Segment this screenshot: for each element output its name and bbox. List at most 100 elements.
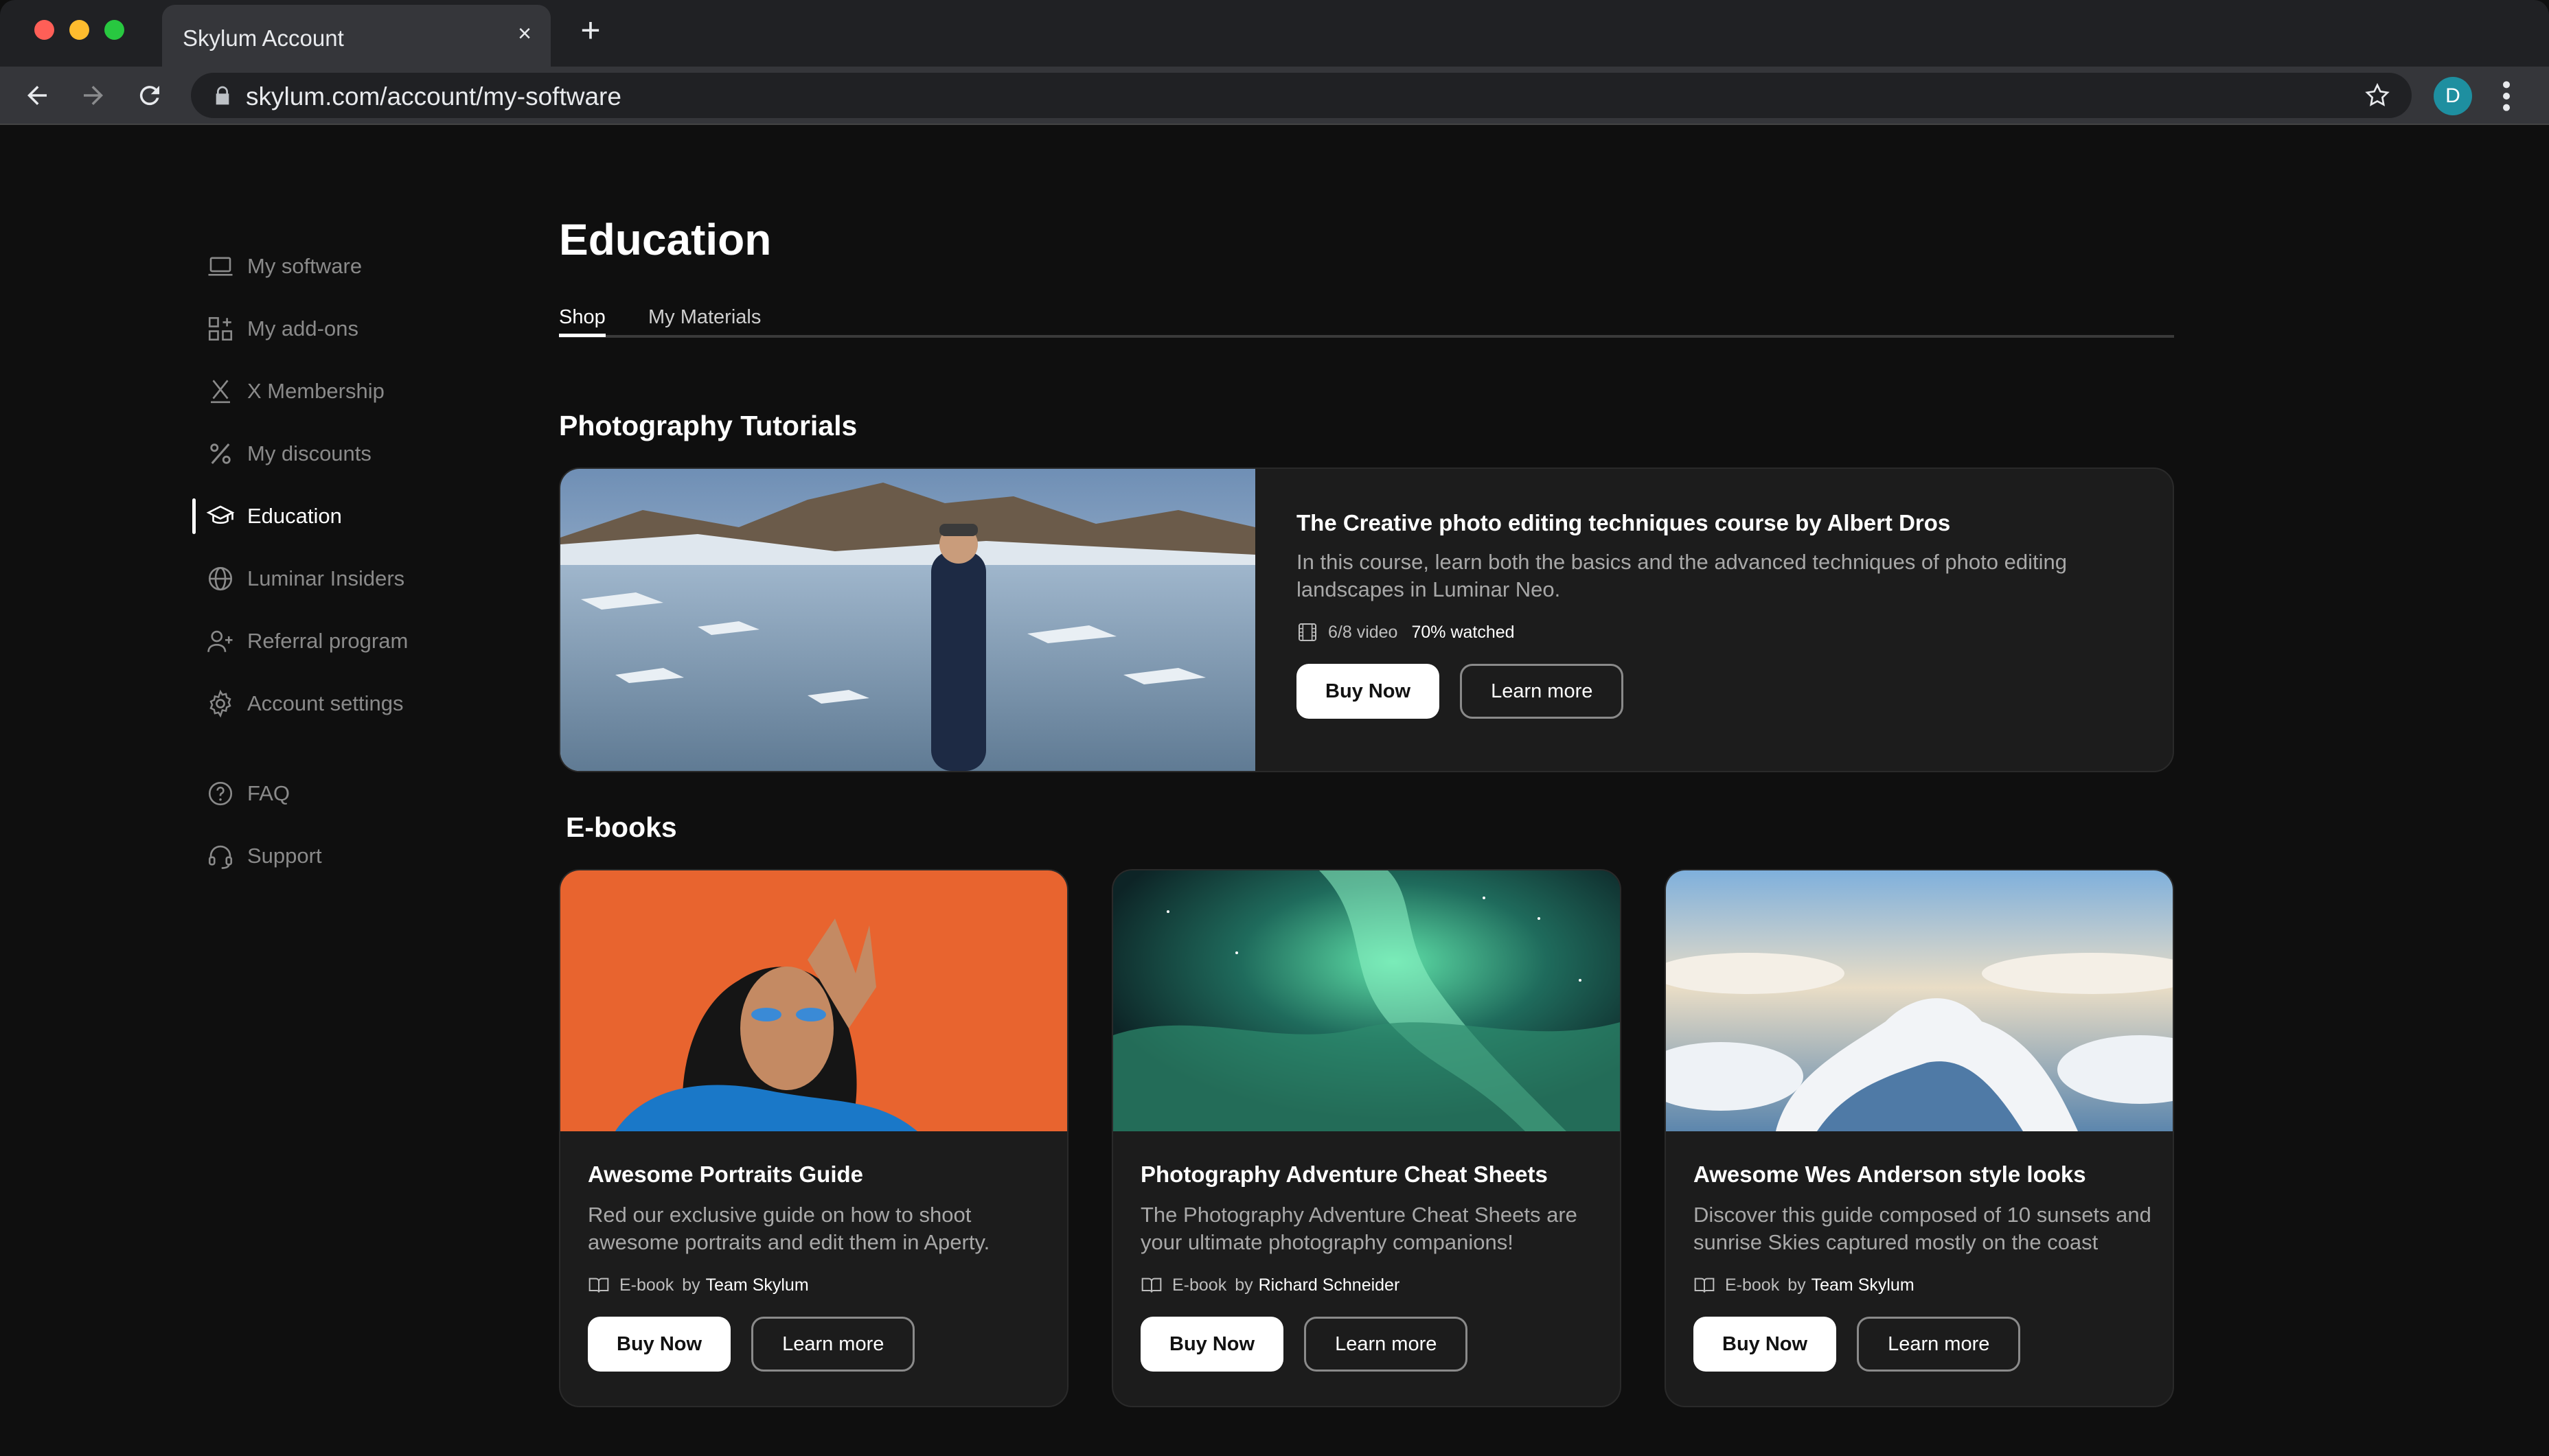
ebook-title: Awesome Portraits Guide [588,1162,864,1187]
profile-avatar[interactable]: D [2434,77,2472,115]
learn-more-button[interactable]: Learn more [751,1317,915,1372]
sidebar-item-account-settings[interactable]: Account settings [192,672,536,735]
ebook-description: The Photography Adventure Cheat Sheets a… [1141,1203,1577,1254]
page: My software My add-ons X Membership My d… [0,125,2549,1456]
ebook-body: Photography Adventure Cheat Sheets The P… [1141,1162,1601,1372]
browser-tab[interactable]: Skylum Account × [162,5,551,67]
sidebar-item-faq[interactable]: FAQ [192,762,536,824]
learn-more-button[interactable]: Learn more [1460,664,1624,719]
user-plus-icon [207,630,233,652]
ebook-description: Red our exclusive guide on how to shoot … [588,1203,990,1254]
ebook-author: Richard Schneider [1258,1275,1400,1295]
sidebar-item-referral-program[interactable]: Referral program [192,610,536,672]
ebook-actions: Buy Now Learn more [588,1317,1048,1372]
kebab-menu-icon[interactable] [2497,79,2516,113]
sidebar-item-label: Account settings [247,691,404,715]
sidebar-item-label: Referral program [247,628,409,653]
sidebar-item-education[interactable]: Education [192,485,536,547]
ebook-image-portrait [560,870,1067,1131]
reload-button[interactable] [130,76,169,115]
window-maximize-button[interactable] [104,20,124,40]
tab-my-materials[interactable]: My Materials [648,306,761,329]
tab-shop[interactable]: Shop [559,306,606,337]
course-meta: 6/8 video 70% watched [1296,621,2121,643]
reload-icon [139,86,159,106]
window-close-button[interactable] [34,20,54,40]
book-icon [588,1278,609,1293]
learn-more-button[interactable]: Learn more [1857,1317,2021,1372]
course-description: In this course, learn both the basics an… [1296,550,2067,601]
ebook-title: Photography Adventure Cheat Sheets [1141,1162,1548,1187]
book-icon [1694,1278,1715,1293]
question-circle-icon [208,781,233,805]
ebook-by: by [1235,1275,1253,1295]
percent-icon [210,443,231,464]
ebook-body: Awesome Wes Anderson style looks Discove… [1693,1162,2153,1372]
sidebar: My software My add-ons X Membership My d… [192,235,536,887]
browser-toolbar: skylum.com/account/my-software D [0,67,2549,125]
window-minimize-button[interactable] [69,20,89,40]
sidebar-item-luminar-insiders[interactable]: Luminar Insiders [192,547,536,610]
url-text: skylum.com/account/my-software [246,82,621,111]
graduation-cap-icon [206,505,235,524]
ebook-image-aurora [1113,870,1620,1131]
new-tab-button[interactable]: + [574,13,607,48]
x-membership-icon [211,379,230,403]
ebook-description: Discover this guide composed of 10 sunse… [1693,1203,2151,1254]
ebook-card: Awesome Wes Anderson style looks Discove… [1665,869,2174,1407]
learn-more-button[interactable]: Learn more [1304,1317,1468,1372]
section-title-ebooks: E-books [566,811,677,843]
sidebar-item-label: Luminar Insiders [247,566,405,590]
buy-now-button[interactable]: Buy Now [1693,1317,1837,1372]
sidebar-item-support[interactable]: Support [192,824,536,887]
bookmark-star-icon[interactable] [2364,82,2391,109]
sidebar-item-label: X Membership [247,378,385,403]
buy-now-button[interactable]: Buy Now [1141,1317,1284,1372]
course-progress: 70% watched [1411,622,1515,642]
tab-bar: Shop My Materials [559,306,2174,338]
buy-now-button[interactable]: Buy Now [1296,664,1440,719]
ebook-title: Awesome Wes Anderson style looks [1693,1162,2086,1187]
buy-now-button[interactable]: Buy Now [588,1317,731,1372]
sidebar-item-my-software[interactable]: My software [192,235,536,297]
sidebar-item-my-discounts[interactable]: My discounts [192,422,536,485]
globe-icon [208,566,233,590]
sidebar-item-label: Education [247,503,342,528]
course-card: The Creative photo editing techniques co… [559,467,2174,772]
browser-titlebar: Skylum Account × + [0,0,2549,67]
sidebar-item-label: My add-ons [247,316,358,340]
ebook-author: Team Skylum [705,1275,809,1295]
ebook-meta: E-book by Team Skylum [1693,1274,2153,1296]
ebook-card: Awesome Portraits Guide Red our exclusiv… [559,869,1068,1407]
ebook-type: E-book [1172,1275,1227,1295]
sidebar-item-label: My software [247,253,363,278]
sidebar-item-label: Support [247,843,322,868]
page-title: Education [559,215,772,264]
gear-icon [209,689,231,717]
lock-icon [216,86,229,105]
grid-plus-icon [208,316,233,340]
arrow-right-icon [84,86,103,105]
ebook-card: Photography Adventure Cheat Sheets The P… [1112,869,1621,1407]
course-title: The Creative photo editing techniques co… [1296,510,1951,535]
course-video-count: 6/8 video [1328,622,1398,642]
film-icon [1299,623,1316,641]
sidebar-item-x-membership[interactable]: X Membership [192,360,536,422]
book-icon [1141,1278,1162,1293]
sidebar-item-my-add-ons[interactable]: My add-ons [192,297,536,360]
ebook-actions: Buy Now Learn more [1141,1317,1601,1372]
laptop-icon [208,256,233,276]
sidebar-item-label: My discounts [247,441,372,465]
course-actions: Buy Now Learn more [1296,664,2121,719]
course-image [560,469,1255,771]
arrow-left-icon [27,86,47,105]
back-button[interactable] [18,76,56,115]
ebook-body: Awesome Portraits Guide Red our exclusiv… [588,1162,1048,1372]
forward-button[interactable] [74,76,113,115]
address-bar[interactable]: skylum.com/account/my-software [191,73,2412,118]
tab-close-icon[interactable]: × [511,20,538,47]
browser-tab-title: Skylum Account [183,25,344,51]
ebook-author: Team Skylum [1811,1275,1914,1295]
course-body: The Creative photo editing techniques co… [1296,510,2121,719]
